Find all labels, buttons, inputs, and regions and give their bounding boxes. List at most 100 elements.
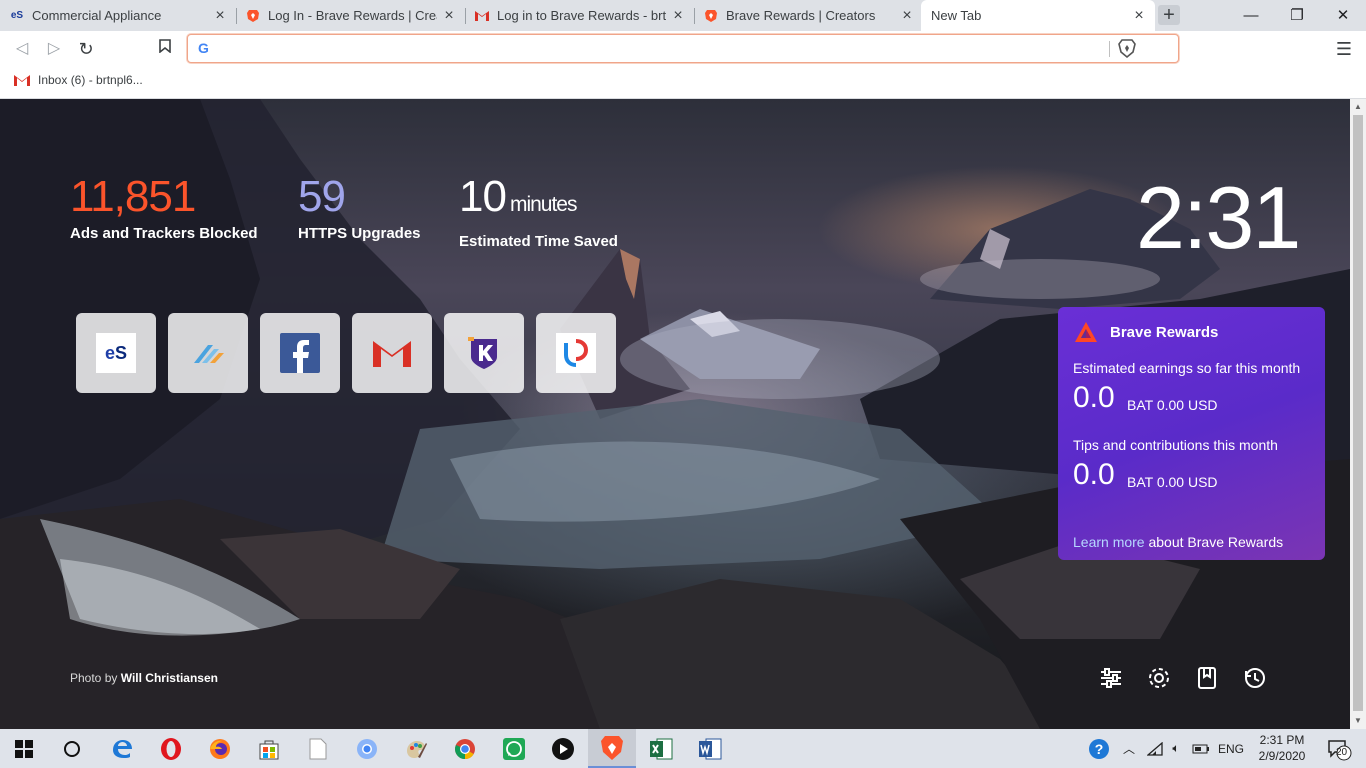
learn-more: Learn more about Brave Rewards (1073, 534, 1283, 550)
taskbar-date: 2/9/2020 (1258, 749, 1306, 763)
page-scrollbar[interactable]: ▲ ▼ (1350, 99, 1366, 729)
photo-credit-author[interactable]: Will Christiansen (121, 671, 218, 685)
paint-icon (407, 740, 427, 758)
menu-button[interactable]: ☰ (1332, 37, 1356, 61)
tab-gmail-login[interactable]: Log in to Brave Rewards - brtnpl6 × (465, 0, 694, 31)
minimize-button[interactable]: — (1228, 0, 1274, 31)
top-site-tile[interactable] (444, 313, 524, 393)
learn-more-link[interactable]: Learn more (1073, 534, 1145, 550)
gmail-icon (475, 9, 489, 23)
stat-time-saved: 10 minutes Estimated Time Saved (459, 172, 618, 250)
new-tab-button[interactable]: + (1158, 5, 1180, 25)
reload-button[interactable]: ↻ (74, 37, 98, 61)
back-button[interactable]: ◁ (10, 37, 34, 61)
start-button[interactable] (0, 729, 48, 768)
up-logo-icon (556, 333, 596, 373)
rewards-header: Brave Rewards (1074, 321, 1218, 343)
bookmark-label: Inbox (6) - brtnpl6... (38, 73, 143, 87)
restore-button[interactable]: ❐ (1274, 0, 1320, 31)
facebook-icon (280, 333, 320, 373)
speaker-icon: 🔈︎ (1172, 741, 1180, 755)
chevron-up-icon: ︿ (1122, 742, 1135, 756)
https-upgrades-count: 59 (298, 172, 346, 221)
volume-button[interactable]: 🔈︎ (1166, 729, 1186, 768)
address-bar[interactable]: G (187, 34, 1179, 63)
brave-taskbar-button[interactable] (588, 729, 636, 768)
network-button[interactable] (1144, 729, 1166, 768)
close-icon[interactable]: × (441, 7, 457, 24)
scroll-up-arrow-icon[interactable]: ▲ (1350, 99, 1366, 115)
time-saved-value: 10 minutes (459, 172, 618, 230)
edge-button[interactable] (98, 729, 146, 768)
bookmark-button[interactable] (153, 37, 177, 61)
top-site-tile[interactable] (168, 313, 248, 393)
taskbar-clock[interactable]: 2:31 PM 2/9/2020 (1255, 732, 1309, 764)
whatsapp-button[interactable] (490, 729, 538, 768)
url-input[interactable] (220, 39, 1100, 59)
paint-button[interactable] (392, 729, 440, 768)
close-icon[interactable]: × (212, 7, 228, 24)
word-button[interactable] (686, 729, 734, 768)
scroll-down-arrow-icon[interactable]: ▼ (1350, 713, 1366, 729)
chrome-button[interactable] (441, 729, 489, 768)
chrome-icon (455, 738, 475, 759)
excel-button[interactable] (637, 729, 685, 768)
divider (1109, 41, 1110, 57)
customize-icon[interactable] (1098, 665, 1124, 691)
windows-taskbar: ? ︿ 🔈︎ ENG 2:31 PM 2/9/2020 20 (0, 729, 1366, 768)
bookmark-inbox[interactable]: Inbox (6) - brtnpl6... (14, 73, 143, 87)
https-upgrades-label: HTTPS Upgrades (298, 225, 421, 242)
settings-icon[interactable] (1146, 665, 1172, 691)
learn-more-text: about Brave Rewards (1148, 534, 1284, 550)
excel-icon (650, 738, 673, 759)
gmail-icon (372, 333, 412, 373)
top-site-tile[interactable]: eS (76, 313, 156, 393)
file-button[interactable] (294, 729, 342, 768)
wifi-icon (1147, 741, 1163, 756)
action-center-button[interactable]: 20 (1322, 729, 1356, 768)
top-site-tile[interactable] (536, 313, 616, 393)
media-player-icon (552, 737, 574, 760)
notification-count: 20 (1336, 747, 1348, 758)
earnings-label: Estimated earnings so far this month (1073, 360, 1301, 376)
show-hidden-icons-button[interactable]: ︿ (1120, 729, 1138, 768)
help-button[interactable]: ? (1086, 729, 1112, 768)
gmail-icon (14, 75, 30, 86)
tab-strip: eS Commercial Appliance × Log In - Brave… (0, 0, 1366, 31)
time-saved-label: Estimated Time Saved (459, 233, 618, 250)
media-player-button[interactable] (539, 729, 587, 768)
close-icon[interactable]: × (670, 7, 686, 24)
close-icon[interactable]: × (1131, 7, 1147, 24)
close-window-button[interactable]: ✕ (1320, 0, 1366, 31)
svg-text:?: ? (1095, 741, 1104, 757)
time-saved-count: 10 (459, 172, 507, 221)
store-icon (259, 740, 279, 759)
chromium-button[interactable] (343, 729, 391, 768)
tab-new-tab[interactable]: New Tab × (921, 0, 1155, 31)
tab-brave-creators-login[interactable]: Log In - Brave Rewards | Creators × (236, 0, 465, 31)
store-button[interactable] (245, 729, 293, 768)
tab-commercial-appliance[interactable]: eS Commercial Appliance × (0, 0, 236, 31)
language-indicator[interactable]: ENG (1214, 729, 1248, 768)
new-tab-page: 11,851 Ads and Trackers Blocked 59 HTTPS… (0, 99, 1366, 729)
close-icon[interactable]: × (899, 7, 915, 24)
top-site-tile[interactable] (352, 313, 432, 393)
history-icon[interactable] (1242, 665, 1268, 691)
cortana-button[interactable] (48, 729, 96, 768)
top-site-tile[interactable] (260, 313, 340, 393)
stripes-icon (188, 333, 228, 373)
tab-brave-creators[interactable]: Brave Rewards | Creators × (694, 0, 923, 31)
photo-credit: Photo by Will Christiansen (70, 671, 218, 685)
forward-button[interactable]: ▷ (42, 37, 66, 61)
battery-button[interactable] (1190, 729, 1212, 768)
firefox-button[interactable] (196, 729, 244, 768)
earnings-value: 0.0 (1073, 381, 1115, 414)
brave-shields-icon[interactable] (1118, 39, 1136, 59)
ads-blocked-label: Ads and Trackers Blocked (70, 225, 258, 242)
opera-button[interactable] (147, 729, 195, 768)
photo-credit-prefix: Photo by (70, 671, 118, 685)
bookmarks-icon[interactable] (1194, 665, 1220, 691)
scrollbar-thumb[interactable] (1353, 115, 1363, 711)
tab-title: Log In - Brave Rewards | Creators (268, 8, 437, 23)
opera-icon (161, 737, 181, 760)
